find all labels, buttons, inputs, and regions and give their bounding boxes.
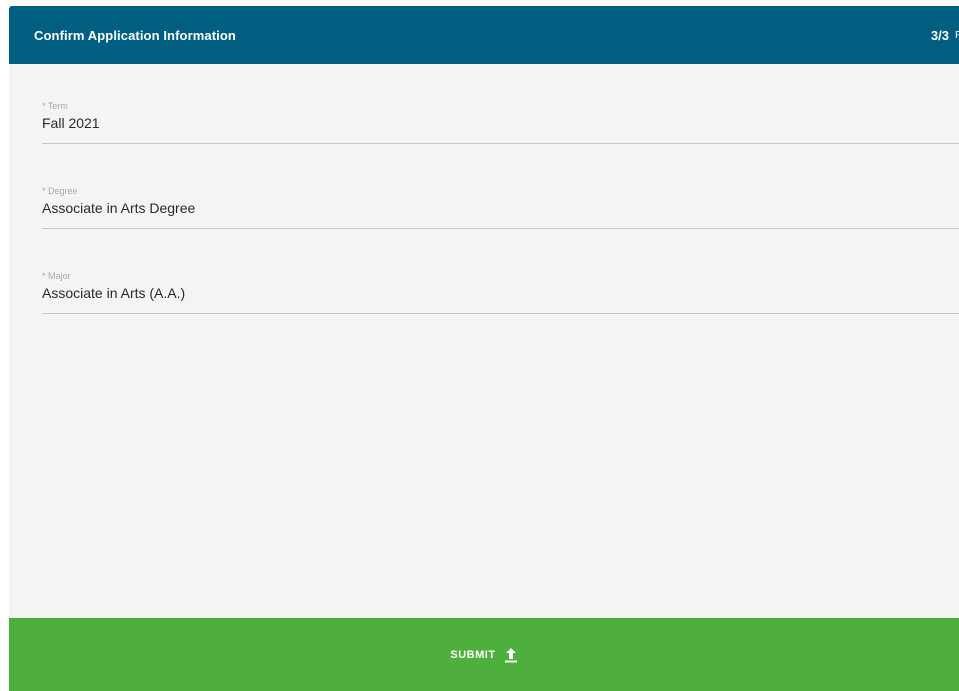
degree-value[interactable]: Associate in Arts Degree — [42, 200, 195, 216]
term-field[interactable]: * Term Fall 2021 — [42, 101, 959, 144]
term-label: * Term — [42, 101, 68, 111]
major-field[interactable]: * Major Associate in Arts (A.A.) — [42, 271, 959, 314]
major-value[interactable]: Associate in Arts (A.A.) — [42, 285, 185, 301]
application-form: * Term Fall 2021 * Degree Associate in A… — [9, 64, 959, 314]
submit-label: SUBMIT — [450, 648, 496, 661]
major-label: * Major — [42, 271, 71, 281]
degree-field[interactable]: * Degree Associate in Arts Degree — [42, 186, 959, 229]
application-panel: Confirm Application Information 3/3 F * … — [9, 6, 959, 691]
term-value[interactable]: Fall 2021 — [42, 115, 100, 131]
truncated-header-text: F — [955, 29, 959, 41]
step-counter: 3/3 — [930, 27, 949, 43]
step-indicator: 3/3 F — [931, 28, 959, 43]
panel-header: Confirm Application Information 3/3 F — [9, 6, 959, 64]
panel-title: Confirm Application Information — [34, 27, 236, 43]
degree-label: * Degree — [42, 186, 78, 196]
submit-button[interactable]: SUBMIT — [9, 618, 959, 691]
upload-icon — [504, 647, 518, 663]
